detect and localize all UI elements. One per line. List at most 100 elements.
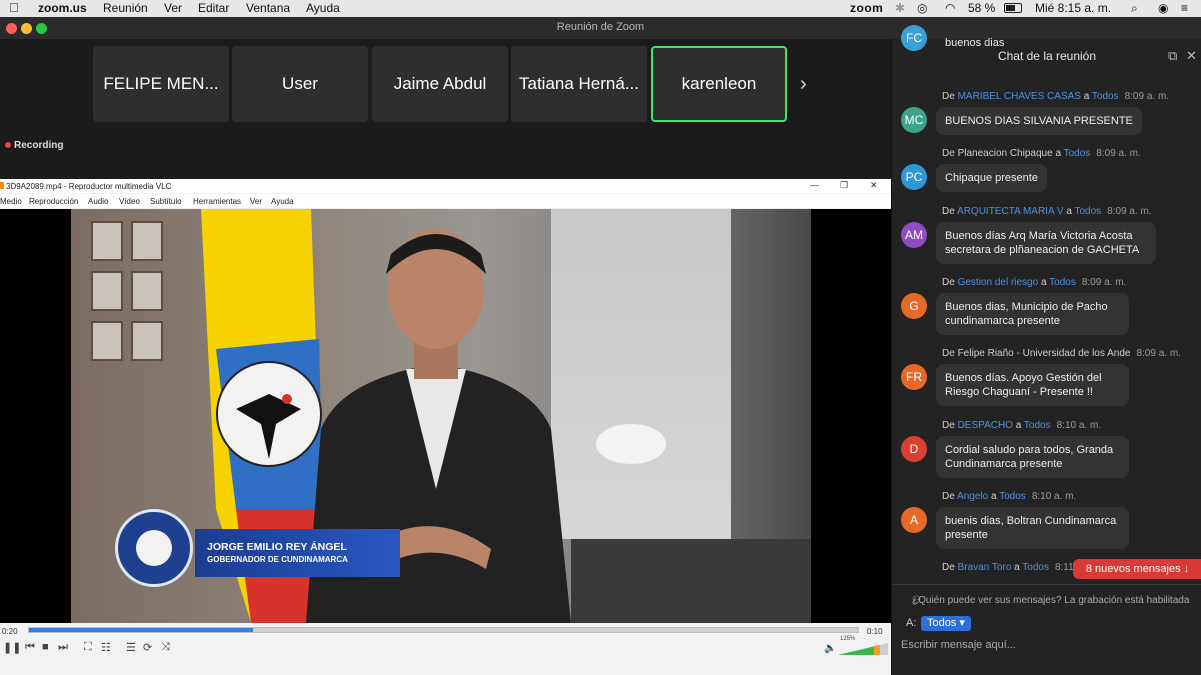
sender-name[interactable]: Felipe Riaño - Universidad de los Ande: [958, 348, 1131, 359]
menu-editar[interactable]: Editar: [198, 1, 229, 15]
cast-icon[interactable]: ◎: [917, 1, 927, 15]
participant-tile-active[interactable]: karenleon: [651, 46, 787, 122]
recording-indicator: Recording: [5, 140, 63, 151]
next-icon[interactable]: ⏭: [58, 641, 68, 654]
bluetooth-icon[interactable]: ✱: [895, 1, 905, 15]
vlc-menu-herramientas[interactable]: Herramientas: [193, 197, 241, 206]
app-menu[interactable]: zoom.us: [38, 1, 87, 15]
time-total: 0:10: [867, 627, 883, 636]
menu-ayuda[interactable]: Ayuda: [306, 1, 340, 15]
sender-name[interactable]: Gestion del riesgo: [958, 277, 1039, 288]
vlc-menu-medio[interactable]: Medio: [0, 197, 22, 206]
recipient-name[interactable]: Todos: [1092, 91, 1119, 102]
volume-slider[interactable]: [838, 643, 888, 655]
vlc-menu-subtitulo[interactable]: Subtítulo: [150, 197, 182, 206]
recording-dot-icon: [5, 142, 11, 148]
sender-name[interactable]: ARQUITECTA MARIA V: [957, 206, 1064, 217]
wall-frames-image: [91, 221, 191, 371]
sender-name[interactable]: DESPACHO: [958, 420, 1013, 431]
pop-out-icon[interactable]: ⧉: [1168, 48, 1177, 64]
vlc-menu-reproduccion[interactable]: Reproducción: [29, 197, 78, 206]
participant-strip: FELIPE MEN... User Jaime Abdul Tatiana H…: [0, 39, 891, 179]
vlc-menu-ver[interactable]: Ver: [250, 197, 262, 206]
user-account-icon[interactable]: ◉: [1158, 1, 1168, 15]
to-label: A:: [906, 617, 917, 629]
message-bubble[interactable]: Buenos dias, Municipio de Pacho cundinam…: [936, 293, 1129, 335]
mac-menubar:  zoom.us Reunión Ver Editar Ventana Ayu…: [0, 0, 1201, 17]
vlc-close-button[interactable]: ✕: [870, 180, 878, 191]
zoom-status-item[interactable]: zoom: [850, 1, 883, 15]
message-time: 8:09 a. m.: [1136, 348, 1181, 359]
control-center-icon[interactable]: ≡: [1181, 1, 1188, 15]
message-bubble[interactable]: Chipaque presente: [936, 164, 1047, 192]
fullscreen-icon[interactable]: ⛶: [84, 641, 92, 654]
sender-avatar: G: [901, 293, 927, 319]
video-frame: JORGE EMILIO REY ÁNGEL GOBERNADOR DE CUN…: [71, 209, 811, 623]
previous-icon[interactable]: ⏮: [25, 641, 35, 654]
seek-progress: [29, 628, 253, 632]
message-bubble[interactable]: Buenos días. Apoyo Gestión del Riesgo Ch…: [936, 364, 1129, 406]
participant-tile[interactable]: Tatiana Herná...: [511, 46, 647, 122]
message-header: De Angelo a Todos 8:10 a. m.: [942, 491, 1076, 502]
close-chat-icon[interactable]: ✕: [1186, 48, 1197, 64]
vlc-minimize-button[interactable]: —: [810, 180, 819, 190]
chat-privacy-notice[interactable]: ⚇ ¿Quién puede ver sus mensajes? La grab…: [892, 584, 1201, 607]
to-word: a: [1055, 148, 1061, 159]
sender-name[interactable]: Bravan Toro: [958, 562, 1012, 573]
new-messages-button[interactable]: 8 nuevos mensajes ↓: [1073, 559, 1201, 579]
recipient-name[interactable]: Todos: [1024, 420, 1051, 431]
battery-icon[interactable]: [1004, 2, 1022, 16]
message-bubble[interactable]: Buenos días Arq María Victoria Acosta se…: [936, 222, 1156, 264]
vlc-titlebar: 3D9A2089.mp4 - Reproductor multimedia VL…: [0, 179, 891, 193]
menu-ver[interactable]: Ver: [164, 1, 182, 15]
message-bubble[interactable]: buenis dias, Boltran Cundinamarca presen…: [936, 507, 1129, 549]
sender-avatar: A: [901, 507, 927, 533]
wifi-icon[interactable]: ◠: [945, 1, 955, 15]
chat-panel: Chat de la reunión ⧉ ✕ FC buenos dias MC De…: [891, 25, 1201, 675]
participant-tile[interactable]: User: [232, 46, 368, 122]
stop-icon[interactable]: ■: [42, 641, 49, 653]
privacy-text: ¿Quién puede ver sus mensajes? La grabac…: [912, 595, 1190, 606]
extended-settings-icon[interactable]: ☷: [101, 641, 111, 654]
vlc-maximize-button[interactable]: ❐: [840, 180, 848, 191]
seek-bar[interactable]: [28, 627, 859, 633]
next-page-chevron-icon[interactable]: ›: [800, 73, 807, 96]
recipient-name[interactable]: Todos: [999, 491, 1026, 502]
message-bubble[interactable]: buenos dias: [936, 29, 1013, 57]
recipient-name[interactable]: Todos: [1074, 206, 1101, 217]
vlc-controls: 0:20 0:10 ❚❚ ⏮ ■ ⏭ ⛶ ☷ ☰ ⟳ ⤨ 🔈 125%: [0, 623, 891, 675]
shuffle-icon[interactable]: ⤨: [161, 641, 170, 654]
to-word: a: [1083, 91, 1090, 102]
pause-icon[interactable]: ❚❚: [3, 641, 21, 654]
recipient-name[interactable]: Todos: [1022, 562, 1049, 573]
speaker-name: JORGE EMILIO REY ÁNGEL: [207, 541, 347, 553]
vlc-menu-video[interactable]: Vídeo: [119, 197, 140, 206]
sender-name[interactable]: Angelo: [957, 491, 988, 502]
sender-name[interactable]: Planeacion Chipaque: [958, 148, 1053, 159]
recipient-select[interactable]: Todos ▾: [921, 616, 971, 631]
recipient-name[interactable]: Todos: [1064, 148, 1091, 159]
loop-icon[interactable]: ⟳: [143, 641, 152, 654]
sender-name[interactable]: MARIBEL CHAVES CASAS: [958, 91, 1081, 102]
clock[interactable]: Mié 8:15 a. m.: [1035, 1, 1111, 15]
message-input[interactable]: Escribir mensaje aquí...: [901, 639, 1016, 651]
vlc-cone-icon: [0, 182, 4, 189]
playlist-icon[interactable]: ☰: [126, 641, 136, 654]
to-word: a: [1040, 277, 1047, 288]
participant-tile[interactable]: Jaime Abdul: [372, 46, 508, 122]
message-bubble[interactable]: Cordial saludo para todos, Granda Cundin…: [936, 436, 1129, 478]
to-word: a: [1066, 206, 1072, 217]
recipient-name[interactable]: Todos: [1049, 277, 1076, 288]
menu-reunion[interactable]: Reunión: [103, 1, 148, 15]
apple-menu-icon[interactable]: : [9, 0, 19, 15]
video-area[interactable]: JORGE EMILIO REY ÁNGEL GOBERNADOR DE CUN…: [0, 209, 891, 623]
volume-icon[interactable]: 🔈: [824, 643, 836, 654]
message-bubble[interactable]: BUENOS DIAS SILVANIA PRESENTE: [936, 107, 1142, 135]
battery-percent: 58 %: [968, 1, 996, 15]
participant-tile[interactable]: FELIPE MEN...: [93, 46, 229, 122]
message-header: De DESPACHO a Todos 8:10 a. m.: [942, 420, 1101, 431]
vlc-menu-audio[interactable]: Audio: [88, 197, 108, 206]
menu-ventana[interactable]: Ventana: [246, 1, 290, 15]
vlc-menu-ayuda[interactable]: Ayuda: [271, 197, 294, 206]
spotlight-search-icon[interactable]: ⌕: [1131, 1, 1138, 16]
